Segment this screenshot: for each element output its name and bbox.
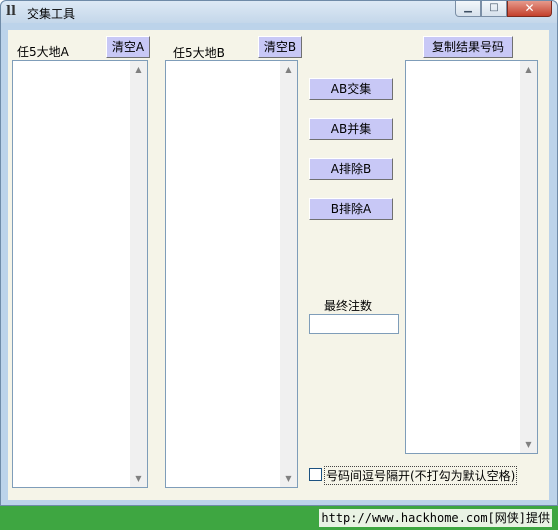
copy-result-button[interactable]: 复制结果号码: [423, 36, 513, 58]
list-b-scrollbar[interactable]: ▲ ▼: [280, 61, 297, 487]
app-icon: ll: [6, 4, 16, 19]
list-a-label: 任5大地A: [17, 45, 69, 59]
b-minus-a-button[interactable]: B排除A: [309, 198, 393, 220]
list-a-scrollbar[interactable]: ▲ ▼: [130, 61, 147, 487]
close-button[interactable]: ✕: [507, 1, 552, 17]
scroll-down-icon[interactable]: ▼: [520, 436, 537, 453]
final-count-field[interactable]: [309, 314, 399, 334]
scroll-down-icon[interactable]: ▼: [280, 470, 297, 487]
title-bar[interactable]: ll 交集工具 ▁ □ ✕: [1, 1, 557, 23]
separator-option-label[interactable]: 号码间逗号隔开(不打勾为默认空格): [324, 466, 518, 485]
app-window: ll 交集工具 ▁ □ ✕ 任5大地A 清空A ▲ ▼ 任5大地B 清空B ▲ …: [0, 0, 558, 506]
list-b-label: 任5大地B: [173, 46, 225, 60]
clear-b-button[interactable]: 清空B: [258, 36, 302, 58]
minimize-button[interactable]: ▁: [455, 1, 481, 17]
scroll-up-icon[interactable]: ▲: [520, 61, 537, 78]
result-list-box[interactable]: ▲ ▼: [405, 60, 538, 454]
final-count-label: 最终注数: [324, 299, 373, 313]
list-a-box[interactable]: ▲ ▼: [12, 60, 148, 488]
window-title: 交集工具: [27, 7, 76, 21]
result-scrollbar[interactable]: ▲ ▼: [520, 61, 537, 453]
union-button[interactable]: AB并集: [309, 118, 393, 140]
a-minus-b-button[interactable]: A排除B: [309, 158, 393, 180]
scroll-down-icon[interactable]: ▼: [130, 470, 147, 487]
separator-checkbox[interactable]: [309, 468, 322, 481]
scroll-up-icon[interactable]: ▲: [280, 61, 297, 78]
clear-a-button[interactable]: 清空A: [106, 36, 150, 58]
watermark-text: http://www.hackhome.com[网侠]提供: [319, 509, 552, 527]
intersection-button[interactable]: AB交集: [309, 78, 393, 100]
scroll-up-icon[interactable]: ▲: [130, 61, 147, 78]
maximize-button[interactable]: □: [481, 1, 507, 17]
list-b-box[interactable]: ▲ ▼: [165, 60, 298, 488]
client-area: 任5大地A 清空A ▲ ▼ 任5大地B 清空B ▲ ▼ AB交集 AB并集 A排…: [8, 30, 549, 500]
footer-strip: http://www.hackhome.com[网侠]提供: [0, 506, 558, 530]
